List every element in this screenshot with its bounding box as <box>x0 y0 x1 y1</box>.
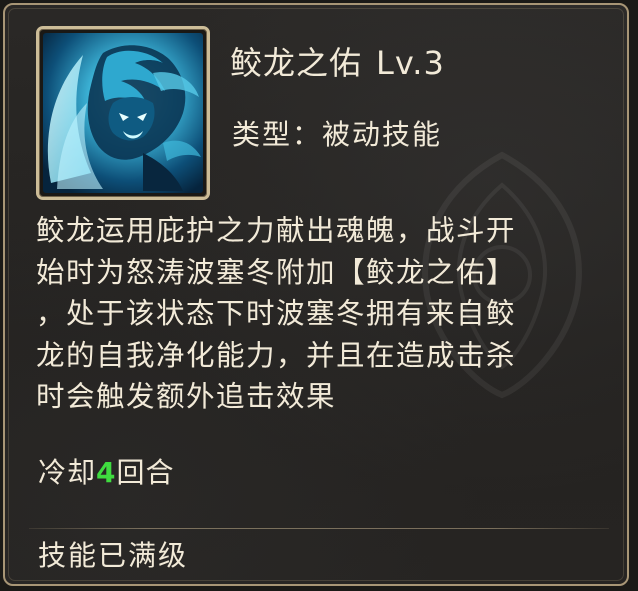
description-line: ，处于该状态下时波塞冬拥有来自鲛 <box>36 297 517 330</box>
cooldown-value: 4 <box>96 456 117 489</box>
skill-icon-frame <box>36 26 210 200</box>
skill-description: 鲛龙运用庇护之力献出魂魄，战斗开 始时为怒涛波塞冬附加【鲛龙之佑】 ，处于该状态… <box>36 210 606 418</box>
cooldown-prefix: 冷却 <box>38 456 97 489</box>
skill-type-value: 被动技能 <box>322 118 443 151</box>
sea-dragon-icon <box>43 33 203 193</box>
divider <box>29 528 609 529</box>
skill-cooldown: 冷却4回合 <box>38 453 175 493</box>
skill-tooltip-panel: 鲛龙之佑 Lv.3 类型：被动技能 鲛龙运用庇护之力献出魂魄，战斗开 始时为怒涛波… <box>3 3 629 586</box>
description-line: 龙的自我净化能力，并且在造成击杀 <box>36 338 517 372</box>
max-level-status: 技能已满级 <box>38 539 189 572</box>
cooldown-suffix: 回合 <box>116 456 175 489</box>
description-line: 鲛龙运用庇护之力献出魂魄，战斗开 <box>36 214 517 247</box>
description-line: 始时为怒涛波塞冬附加【鲛龙之佑】 <box>36 255 517 289</box>
skill-type-label: 类型： <box>232 118 323 151</box>
skill-name: 鲛龙之佑 <box>230 44 363 82</box>
skill-level: Lv.3 <box>376 44 445 82</box>
description-line: 时会触发额外追击效果 <box>36 380 337 413</box>
skill-type: 类型：被动技能 <box>232 115 442 155</box>
skill-title: 鲛龙之佑 Lv.3 <box>230 41 445 85</box>
background-watermark <box>609 514 627 582</box>
